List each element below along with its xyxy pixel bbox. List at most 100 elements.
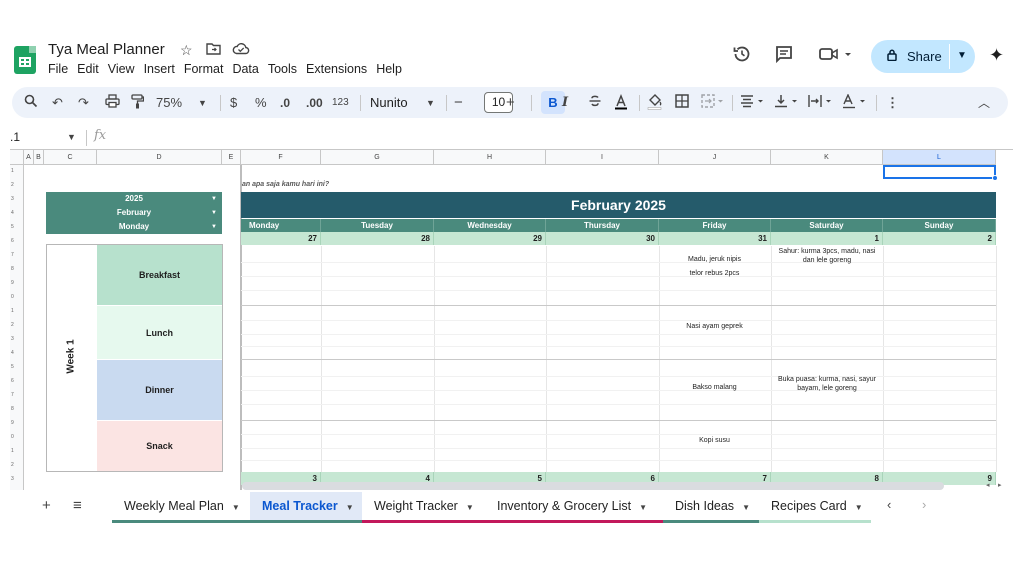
borders-icon[interactable] [675, 94, 689, 112]
row-number[interactable]: 5 [10, 224, 22, 230]
name-box-dropdown-icon[interactable]: ▼ [67, 132, 76, 142]
tab-menu-icon[interactable]: ▼ [346, 503, 354, 512]
menu-tools[interactable]: Tools [268, 62, 303, 76]
row-number[interactable]: 6 [10, 238, 22, 244]
number-format[interactable]: 123 [332, 94, 349, 112]
italic-button[interactable]: I [562, 94, 568, 112]
year-selector[interactable]: 2025 ▼ [46, 192, 222, 206]
currency-format[interactable]: $ [230, 94, 237, 112]
row-number[interactable]: 1 [10, 448, 22, 454]
tab-menu-icon[interactable]: ▼ [855, 503, 863, 512]
more-options-icon[interactable]: ⋮ [886, 94, 899, 112]
date-cell[interactable]: 31 [659, 232, 771, 245]
vertical-align-icon[interactable] [774, 94, 800, 112]
column-header-a[interactable]: A [24, 150, 34, 165]
saturday-breakfast[interactable]: Sahur: kurma 3pcs, madu, nasi dan lele g… [772, 247, 882, 265]
row-number[interactable]: 1 [10, 308, 22, 314]
friday-breakfast-line2[interactable]: telor rebus 2pcs [659, 269, 770, 278]
sheet-tab[interactable]: Weekly Meal Plan ▼ [112, 492, 250, 523]
column-header-f[interactable]: F [241, 150, 321, 165]
column-header-i[interactable]: I [546, 150, 659, 165]
row-number[interactable]: 9 [10, 420, 22, 426]
comments-icon[interactable] [774, 44, 794, 69]
row-number[interactable]: 7 [10, 392, 22, 398]
text-color-icon[interactable] [614, 93, 628, 112]
row-number[interactable]: 6 [10, 378, 22, 384]
menu-file[interactable]: File [48, 62, 74, 76]
friday-lunch[interactable]: Nasi ayam geprek [659, 322, 770, 331]
row-number[interactable]: 4 [10, 210, 22, 216]
text-wrapping-icon[interactable] [808, 94, 834, 112]
undo-icon[interactable]: ↶ [52, 94, 63, 112]
sheet-tab[interactable]: Recipes Card ▼ [759, 492, 871, 523]
collapse-toolbar-icon[interactable]: ︿ [978, 94, 990, 112]
add-sheet-icon[interactable]: + [42, 497, 51, 514]
row-number[interactable]: 8 [10, 266, 22, 272]
row-number[interactable]: 3 [10, 196, 22, 202]
print-icon[interactable] [105, 94, 120, 112]
fill-handle[interactable] [992, 175, 998, 181]
meal-snack[interactable]: Snack [97, 421, 222, 471]
friday-breakfast-line1[interactable]: Madu, jeruk nipis [659, 255, 770, 264]
date-cell[interactable]: 27 [241, 232, 321, 245]
column-header-j[interactable]: J [659, 150, 771, 165]
font-size-increase[interactable]: + [506, 94, 515, 112]
select-all-corner[interactable] [10, 150, 24, 165]
tab-menu-icon[interactable]: ▼ [466, 503, 474, 512]
row-number[interactable]: 3 [10, 476, 22, 482]
share-button[interactable]: Share ▼ [871, 40, 975, 73]
column-header-b[interactable]: B [34, 150, 44, 165]
redo-icon[interactable]: ↷ [78, 94, 89, 112]
date-cell[interactable]: 30 [546, 232, 659, 245]
scroll-right-icon[interactable]: ▸ [998, 481, 1002, 489]
move-folder-icon[interactable] [206, 42, 221, 58]
row-number[interactable]: 7 [10, 252, 22, 258]
column-header-d[interactable]: D [97, 150, 222, 165]
fill-color-icon[interactable] [647, 94, 662, 112]
date-cell[interactable]: 1 [771, 232, 883, 245]
sheets-logo-icon[interactable] [14, 46, 36, 74]
date-cell[interactable]: 29 [434, 232, 546, 245]
paint-format-icon[interactable] [131, 94, 145, 112]
row-number[interactable]: 8 [10, 406, 22, 412]
row-number[interactable]: 3 [10, 336, 22, 342]
friday-snack[interactable]: Kopi susu [659, 436, 770, 445]
increase-decimal[interactable]: .00 [306, 94, 323, 112]
version-history-icon[interactable] [732, 44, 752, 69]
row-number[interactable]: 1 [10, 168, 22, 174]
sheet-tab[interactable]: Meal Tracker ▼ [250, 492, 362, 523]
meal-lunch[interactable]: Lunch [97, 306, 222, 359]
row-number[interactable]: 2 [10, 182, 22, 188]
menu-extensions[interactable]: Extensions [306, 62, 373, 76]
menu-format[interactable]: Format [184, 62, 230, 76]
row-number[interactable]: 9 [10, 280, 22, 286]
column-header-c[interactable]: C [44, 150, 97, 165]
scroll-tabs-right-icon[interactable]: › [922, 497, 926, 512]
gemini-spark-icon[interactable]: ✦ [989, 45, 1004, 66]
row-number[interactable]: 2 [10, 462, 22, 468]
text-rotation-icon[interactable] [842, 93, 868, 112]
zoom-value[interactable]: 75% [156, 94, 182, 112]
font-dropdown-icon[interactable]: ▼ [426, 94, 435, 112]
meet-camera-icon[interactable] [818, 44, 854, 69]
date-cell[interactable]: 2 [883, 232, 996, 245]
sheet-tab[interactable]: Dish Ideas ▼ [663, 492, 759, 523]
strikethrough-icon[interactable] [588, 94, 602, 112]
menu-help[interactable]: Help [376, 62, 408, 76]
meal-dinner[interactable]: Dinner [97, 360, 222, 420]
merge-cells-icon[interactable] [701, 94, 725, 112]
row-number[interactable]: 0 [10, 294, 22, 300]
column-header-l[interactable]: L [883, 150, 996, 165]
column-header-k[interactable]: K [771, 150, 883, 165]
cloud-status-icon[interactable] [232, 42, 250, 58]
font-family[interactable]: Nunito [370, 94, 408, 112]
document-title[interactable]: Tya Meal Planner [48, 41, 165, 58]
date-cell[interactable]: 28 [321, 232, 434, 245]
spreadsheet-grid[interactable]: ABCDEFGHIJKL 12345678901234567890123 202… [10, 149, 1013, 490]
saturday-dinner[interactable]: Buka puasa: kurma, nasi, sayur bayam, le… [772, 375, 882, 393]
row-number[interactable]: 4 [10, 350, 22, 356]
column-header-e[interactable]: E [222, 150, 241, 165]
menu-edit[interactable]: Edit [77, 62, 105, 76]
tab-menu-icon[interactable]: ▼ [232, 503, 240, 512]
zoom-dropdown-icon[interactable]: ▼ [198, 94, 207, 112]
